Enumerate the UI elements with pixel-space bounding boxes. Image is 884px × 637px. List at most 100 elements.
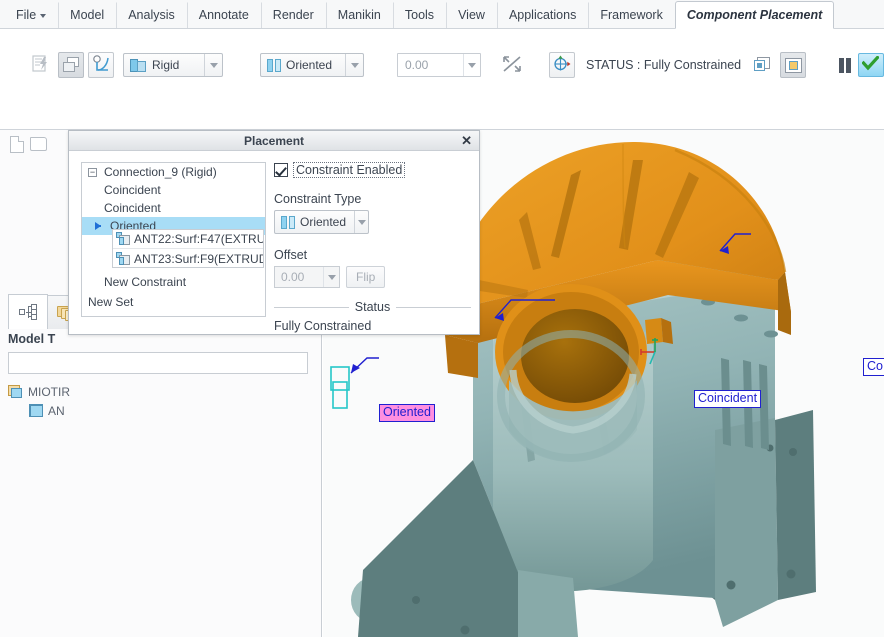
tree-row-label: Coincident bbox=[104, 183, 161, 197]
ribbon-tab-label: Tools bbox=[404, 8, 435, 22]
model-tree-row-label: AN bbox=[48, 403, 65, 418]
dialog-status-value: Fully Constrained bbox=[274, 319, 372, 333]
user-defined-set-icon bbox=[62, 57, 80, 73]
dialog-status-legend: Status bbox=[274, 300, 471, 314]
ribbon-tab-framework[interactable]: Framework bbox=[588, 2, 675, 28]
reference-row-1[interactable]: ANT22:Surf:F47(EXTRU bbox=[113, 230, 263, 249]
constraint-type-dropdown-arrow[interactable] bbox=[345, 54, 363, 76]
reference-list[interactable]: ANT22:Surf:F47(EXTRU ANT23:Surf:F9(EXTRU… bbox=[112, 229, 264, 268]
part-icon bbox=[29, 403, 43, 417]
automatic-placement-icon bbox=[31, 54, 51, 76]
placement-dialog-title: Placement bbox=[243, 133, 305, 148]
constraint-type-label: Constraint Type bbox=[274, 192, 362, 206]
tree-row-new-constraint[interactable]: New Constraint bbox=[82, 273, 265, 291]
dialog-offset-dropdown-arrow[interactable] bbox=[323, 267, 339, 287]
ribbon-tab-analysis[interactable]: Analysis bbox=[116, 2, 187, 28]
offset-value: 0.00 bbox=[405, 58, 429, 72]
flip-button[interactable] bbox=[499, 52, 525, 78]
reference-row-2[interactable]: ANT23:Surf:F9(EXTRUD bbox=[113, 249, 263, 268]
connection-type-value: Rigid bbox=[152, 58, 180, 72]
tree-row-new-set[interactable]: New Set bbox=[82, 293, 265, 311]
ribbon-tab-bar: File Model Analysis Annotate Render Mani… bbox=[0, 0, 884, 29]
model-tree: MIOTIR AN bbox=[8, 382, 314, 631]
offset-dropdown-arrow[interactable] bbox=[463, 54, 480, 76]
tree-row-coincident-2[interactable]: Coincident bbox=[82, 199, 265, 217]
ribbon-tab-component-placement[interactable]: Component Placement bbox=[674, 1, 835, 29]
pause-icon-bar2 bbox=[846, 57, 851, 73]
ribbon-tab-label: Render bbox=[272, 8, 314, 22]
chevron-down-icon bbox=[327, 274, 336, 280]
ribbon-tab-tools[interactable]: Tools bbox=[392, 2, 446, 28]
offset-input[interactable]: 0.00 bbox=[397, 53, 481, 77]
ribbon-tab-manikin[interactable]: Manikin bbox=[325, 2, 393, 28]
dialog-constraint-type-dropdown-arrow[interactable] bbox=[354, 211, 368, 233]
ribbon-tab-annotate[interactable]: Annotate bbox=[186, 2, 261, 28]
user-defined-set-button[interactable] bbox=[58, 52, 84, 78]
chevron-down-icon bbox=[40, 13, 47, 18]
annotation-tag-coincident-label: Coincident bbox=[698, 391, 758, 405]
ribbon-tab-file[interactable]: File bbox=[4, 2, 58, 28]
dialog-constraint-type-combo[interactable]: Oriented bbox=[274, 210, 369, 234]
connection-type-dropdown-arrow[interactable] bbox=[204, 54, 222, 76]
constraint-enabled-row[interactable]: Constraint Enabled bbox=[274, 162, 471, 178]
placement-dialog: Placement ✕ − Connection_9 (Rigid) Coinc… bbox=[68, 130, 480, 335]
constraint-type-value: Oriented bbox=[286, 58, 333, 72]
tree-row-connection[interactable]: − Connection_9 (Rigid) bbox=[82, 163, 265, 181]
status-text: STATUS : Fully Constrained bbox=[586, 58, 742, 72]
ribbon-tab-label: Applications bbox=[508, 8, 577, 22]
flip-arrows-icon bbox=[501, 54, 523, 77]
tree-row-coincident-1[interactable]: Coincident bbox=[82, 181, 265, 199]
pause-icon bbox=[839, 57, 844, 73]
annotation-tag-coincident[interactable]: Coincident bbox=[694, 390, 762, 408]
surface-reference-icon bbox=[116, 251, 131, 266]
dialog-offset-value: 0.00 bbox=[281, 270, 305, 284]
accept-check-icon bbox=[861, 55, 880, 74]
placement-coordinate-button[interactable] bbox=[549, 52, 575, 78]
ribbon-tab-view[interactable]: View bbox=[446, 2, 497, 28]
ribbon-tab-label: Framework bbox=[600, 8, 663, 22]
connection-type-combo[interactable]: Rigid bbox=[123, 53, 223, 77]
annotation-tag-oriented[interactable]: Oriented bbox=[379, 404, 435, 422]
ribbon-tab-model[interactable]: Model bbox=[58, 2, 116, 28]
annotation-tag-oriented-label: Oriented bbox=[383, 405, 431, 419]
constraint-set-tree[interactable]: − Connection_9 (Rigid) Coincident Coinci… bbox=[81, 162, 266, 317]
tab-model-tree[interactable] bbox=[8, 294, 48, 329]
constraint-type-combo[interactable]: Oriented bbox=[260, 53, 364, 77]
annotation-tag-coincident-2[interactable]: Co bbox=[863, 358, 884, 376]
chevron-down-icon bbox=[350, 62, 359, 68]
constraint-type-value-wrap: Oriented bbox=[261, 58, 340, 72]
close-icon[interactable]: ✕ bbox=[461, 133, 472, 149]
constraint-enabled-checkbox[interactable] bbox=[274, 163, 288, 177]
model-tree-row-part[interactable]: AN bbox=[8, 401, 314, 420]
divider-line-right bbox=[396, 306, 471, 308]
reference-row-label: ANT23:Surf:F9(EXTRUD bbox=[134, 251, 263, 266]
ribbon-tab-label: Annotate bbox=[198, 8, 249, 22]
ribbon-tab-applications[interactable]: Applications bbox=[496, 2, 588, 28]
connection-drag-icon bbox=[92, 55, 110, 75]
constraint-properties: Constraint Enabled Constraint Type Orien… bbox=[274, 162, 471, 333]
open-folder-icon[interactable] bbox=[30, 137, 47, 151]
current-item-arrow-icon bbox=[95, 222, 101, 230]
accept-button[interactable] bbox=[857, 53, 884, 77]
pause-button[interactable] bbox=[839, 57, 851, 73]
placement-toolbar: Rigid Oriented 0.00 STATUS: Fully Const… bbox=[0, 29, 884, 101]
placement-coordinate-icon bbox=[552, 54, 572, 76]
automatic-placement-button[interactable] bbox=[28, 52, 54, 78]
annotation-tag-coincident-2-label: Co bbox=[867, 359, 883, 373]
model-tree-row-assembly[interactable]: MIOTIR bbox=[8, 382, 314, 401]
dialog-offset-input[interactable]: 0.00 bbox=[274, 266, 340, 288]
model-tree-filter-input[interactable] bbox=[8, 352, 308, 374]
ribbon-tab-render[interactable]: Render bbox=[260, 2, 326, 28]
collapse-expander-icon[interactable]: − bbox=[88, 167, 97, 177]
ribbon-tab-label: Component Placement bbox=[686, 8, 823, 22]
new-file-icon[interactable] bbox=[10, 135, 24, 153]
separate-window-button[interactable] bbox=[750, 52, 776, 78]
dialog-flip-label: Flip bbox=[356, 270, 376, 284]
dialog-flip-button[interactable]: Flip bbox=[346, 266, 386, 288]
chevron-down-icon bbox=[209, 62, 218, 68]
chevron-down-icon bbox=[357, 219, 366, 225]
main-window-button[interactable] bbox=[780, 52, 807, 78]
connection-drag-button[interactable] bbox=[88, 52, 114, 78]
dialog-offset-label: Offset bbox=[274, 248, 308, 262]
oriented-constraint-icon bbox=[267, 58, 281, 72]
